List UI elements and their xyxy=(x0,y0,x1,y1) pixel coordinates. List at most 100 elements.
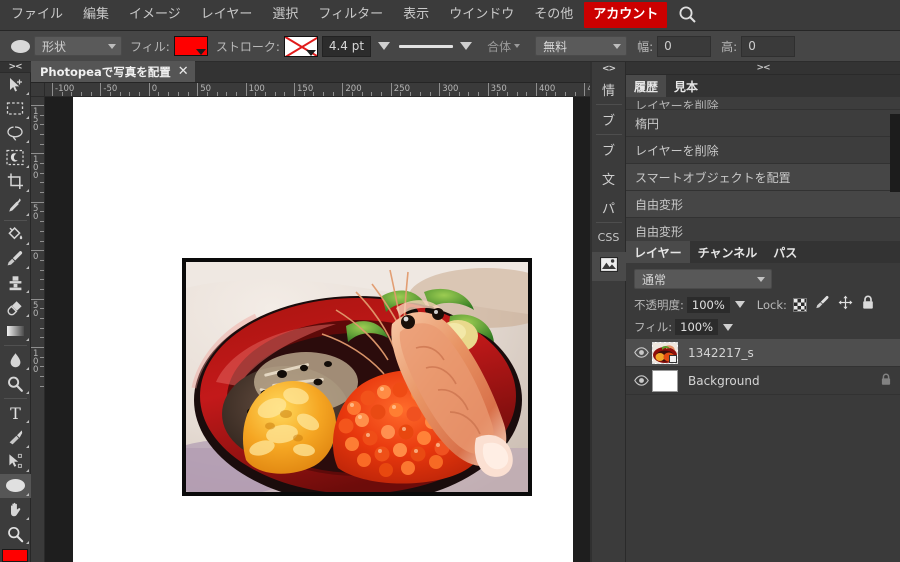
artboard[interactable] xyxy=(45,97,590,562)
close-icon[interactable]: ✕ xyxy=(178,65,189,78)
eyedropper-tool[interactable] xyxy=(0,194,31,218)
history-list[interactable]: レイヤーを削除 楕円 レイヤーを削除 スマートオブジェクトを配置 自由変形 自由… xyxy=(626,97,900,241)
dock-image[interactable] xyxy=(591,252,626,281)
ellipse-tool-icon[interactable] xyxy=(6,34,34,58)
menu-image[interactable]: イメージ xyxy=(120,2,190,28)
canvas-area[interactable]: -100-50050100150200250300350400450 15010… xyxy=(31,83,590,562)
history-scrollbar[interactable] xyxy=(890,114,900,192)
tool-corner-icon xyxy=(25,188,29,192)
collapse-arrows-icon[interactable]: <> xyxy=(592,62,626,75)
fill-value[interactable]: 100% xyxy=(675,319,719,335)
quick-selection-icon[interactable] xyxy=(0,145,31,169)
dock-character[interactable]: 文 xyxy=(592,164,626,193)
dock-brush-presets[interactable]: ブ xyxy=(592,135,626,164)
history-item-delete-layer-0[interactable]: レイヤーを削除 xyxy=(626,97,900,110)
shape-mode-select[interactable]: 形状 xyxy=(34,36,122,56)
menu-more[interactable]: その他 xyxy=(525,2,582,28)
size-mode-value: 無料 xyxy=(543,39,568,54)
placed-image-layer[interactable] xyxy=(182,258,532,496)
tab-paths[interactable]: パス xyxy=(765,241,805,263)
crop-tool[interactable] xyxy=(0,170,31,194)
tab-history[interactable]: 履歴 xyxy=(626,75,667,97)
move-tool[interactable] xyxy=(0,73,31,97)
document-tab[interactable]: Photopeaで写真を配置 ✕ xyxy=(31,61,195,82)
paint-bucket-tool[interactable] xyxy=(0,223,31,247)
hand-tool[interactable] xyxy=(0,498,31,522)
canvas-page[interactable] xyxy=(73,97,573,562)
chevron-down-icon xyxy=(514,44,521,48)
history-item-delete-layer-1[interactable]: レイヤーを削除 xyxy=(626,137,900,164)
history-item-free-transform-0[interactable]: 自由変形 xyxy=(626,191,900,218)
dock-css[interactable]: CSS xyxy=(592,223,626,252)
type-tool[interactable]: T xyxy=(0,401,31,425)
blend-mode-select[interactable]: 通常 xyxy=(634,269,772,289)
brush-icon[interactable] xyxy=(815,295,830,314)
menu-edit[interactable]: 編集 xyxy=(74,2,118,28)
tool-corner-icon xyxy=(25,444,29,448)
chevron-down-icon xyxy=(108,44,116,49)
ellipse-tool[interactable] xyxy=(0,473,31,498)
layer-row-smart-object[interactable]: 1342217_s xyxy=(626,339,900,367)
history-item-ellipse[interactable]: 楕円 xyxy=(626,110,900,137)
opacity-value[interactable]: 100% xyxy=(686,296,730,313)
line-style-icon[interactable] xyxy=(399,36,454,56)
size-mode-select[interactable]: 無料 xyxy=(535,36,628,56)
menu-bar: ファイル 編集 イメージ レイヤー 選択 フィルター 表示 ウインドウ その他 … xyxy=(0,0,900,31)
layer-visibility-icon[interactable] xyxy=(632,375,650,386)
search-icon[interactable] xyxy=(675,2,701,28)
menu-filter[interactable]: フィルター xyxy=(309,2,392,28)
brush-tool[interactable] xyxy=(0,247,31,271)
fill-color-swatch[interactable] xyxy=(173,36,208,56)
menu-layer[interactable]: レイヤー xyxy=(192,2,262,28)
layer-visibility-icon[interactable] xyxy=(632,347,650,358)
collapse-arrows-icon[interactable]: >< xyxy=(0,62,31,73)
tab-swatches[interactable]: 見本 xyxy=(666,75,706,97)
zoom-tool[interactable] xyxy=(0,522,31,546)
layer-name[interactable]: Background xyxy=(688,374,880,388)
clone-stamp-tool[interactable] xyxy=(0,271,31,295)
menu-file[interactable]: ファイル xyxy=(2,2,72,28)
transparency-checker-icon[interactable] xyxy=(792,297,807,312)
move-icon[interactable] xyxy=(838,295,853,314)
dodge-tool[interactable] xyxy=(0,372,31,396)
layer-row-background[interactable]: Background xyxy=(626,367,900,395)
blur-tool[interactable] xyxy=(0,348,31,372)
chevron-down-icon[interactable] xyxy=(734,301,745,308)
menu-select[interactable]: 選択 xyxy=(263,2,307,28)
dock-brushes[interactable]: ブ xyxy=(592,105,626,134)
stroke-width-field[interactable]: 4.4 pt xyxy=(321,35,372,57)
path-select-tool[interactable] xyxy=(0,450,31,474)
history-item-place-smart-object[interactable]: スマートオブジェクトを配置 xyxy=(626,164,900,191)
stroke-color-swatch[interactable] xyxy=(283,35,318,57)
tool-corner-icon xyxy=(25,468,29,472)
dock-info[interactable]: 情 xyxy=(592,75,626,104)
height-input[interactable]: 0 xyxy=(741,35,796,57)
marquee-tool[interactable] xyxy=(0,97,31,121)
line-style-dropdown[interactable] xyxy=(459,36,473,56)
chevron-down-icon[interactable] xyxy=(723,323,734,331)
panel-grip-icon[interactable]: >< xyxy=(626,62,900,75)
foreground-color-swatch[interactable] xyxy=(2,549,28,562)
menu-view[interactable]: 表示 xyxy=(394,2,438,28)
lock-icon[interactable] xyxy=(861,295,875,314)
width-input[interactable]: 0 xyxy=(657,35,712,57)
menu-window[interactable]: ウインドウ xyxy=(440,2,523,28)
document-tab-label: Photopeaで写真を配置 xyxy=(40,64,171,79)
gradient-tool[interactable] xyxy=(0,319,31,343)
path-operation-select[interactable]: 合体 xyxy=(485,36,525,56)
history-item-free-transform-1[interactable]: 自由変形 xyxy=(626,218,900,241)
layer-list: 1342217_s Background xyxy=(626,339,900,395)
eraser-tool[interactable] xyxy=(0,295,31,319)
smart-object-thumbnail[interactable] xyxy=(652,341,678,364)
tab-layers[interactable]: レイヤー xyxy=(626,241,690,263)
tab-channels[interactable]: チャンネル xyxy=(690,241,766,263)
account-button[interactable]: アカウント xyxy=(584,2,668,28)
stroke-width-dropdown[interactable] xyxy=(377,36,391,56)
tools-panel: >< T xyxy=(0,62,31,562)
lasso-tool[interactable] xyxy=(0,121,31,145)
layer-name[interactable]: 1342217_s xyxy=(688,346,892,360)
white-thumbnail[interactable] xyxy=(652,369,678,392)
pen-tool[interactable] xyxy=(0,425,31,449)
tool-divider xyxy=(3,398,27,400)
dock-paragraph[interactable]: パ xyxy=(592,193,626,222)
